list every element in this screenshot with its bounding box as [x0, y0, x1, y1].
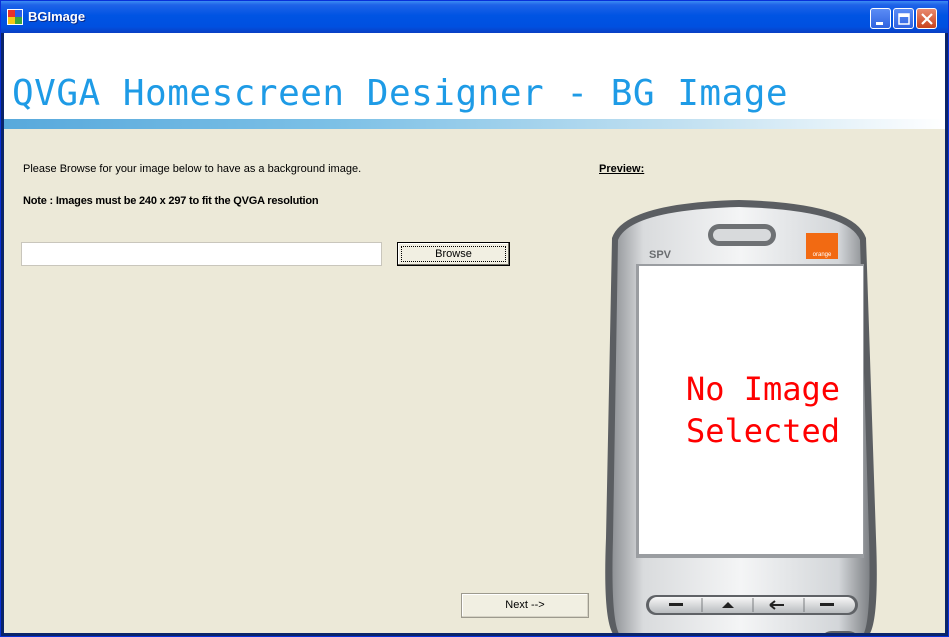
image-path-input[interactable] [21, 242, 382, 266]
no-image-placeholder: No Image Selected [636, 266, 860, 554]
close-icon [921, 13, 933, 25]
close-button[interactable] [916, 8, 937, 29]
next-button[interactable]: Next --> [461, 593, 589, 618]
header-banner: QVGA Homescreen Designer - BG Image [4, 33, 945, 129]
svg-text:orange: orange [813, 252, 832, 258]
maximize-button[interactable] [893, 8, 914, 29]
no-image-text: No Image Selected [685, 370, 841, 450]
client-area: QVGA Homescreen Designer - BG Image Plea… [4, 33, 945, 633]
focus-rectangle [401, 246, 506, 262]
app-icon [7, 9, 23, 25]
minimize-icon [876, 22, 883, 25]
window-title: BGImage [28, 9, 86, 24]
preview-label: Preview: [599, 163, 645, 175]
header-gradient-bar [4, 119, 945, 129]
title-bar[interactable]: BGImage [1, 1, 948, 33]
browse-button[interactable]: Browse [397, 242, 510, 266]
maximize-icon [898, 13, 910, 25]
browse-instruction: Please Browse for your image below to ha… [23, 163, 362, 175]
size-note: Note : Images must be 240 x 297 to fit t… [23, 195, 319, 207]
app-window: BGImage QVGA Homescreen Designer - BG Im… [0, 0, 949, 637]
minimize-button[interactable] [870, 8, 891, 29]
page-title: QVGA Homescreen Designer - BG Image [12, 73, 789, 114]
svg-text:SPV: SPV [649, 249, 672, 261]
